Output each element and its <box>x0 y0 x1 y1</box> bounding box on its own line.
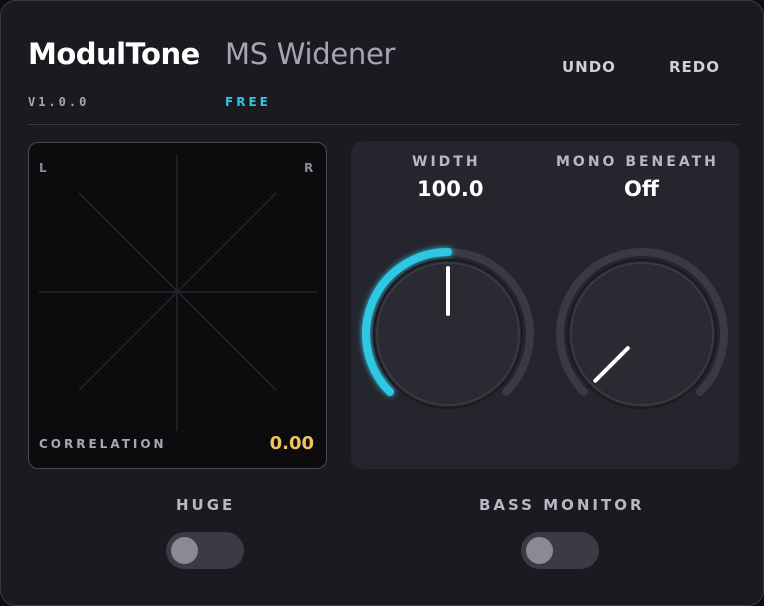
edition-badge: FREE <box>225 95 271 109</box>
brand-title: ModulTone <box>28 37 200 71</box>
scope-left-label: L <box>39 161 47 175</box>
knob-section: WIDTH 100.0 MONO BENEATH Off <box>351 141 739 469</box>
huge-toggle[interactable] <box>166 532 244 569</box>
scope-right-label: R <box>304 161 314 175</box>
undo-button[interactable]: UNDO <box>562 56 616 78</box>
bass-monitor-toggle[interactable] <box>521 532 599 569</box>
bass-monitor-label: BASS MONITOR <box>479 496 645 514</box>
huge-label: HUGE <box>176 496 236 514</box>
mono-beneath-knob-body <box>567 259 717 409</box>
header-divider <box>28 124 739 125</box>
mono-beneath-knob[interactable] <box>556 248 728 409</box>
bass-monitor-toggle-thumb <box>526 537 553 564</box>
vectorscope: L R CORRELATION 0.00 <box>28 142 327 469</box>
redo-button[interactable]: REDO <box>669 56 720 78</box>
knob-graphics <box>362 248 728 409</box>
correlation-value: 0.00 <box>269 433 314 454</box>
correlation-label: CORRELATION <box>39 437 167 451</box>
width-knob[interactable] <box>362 248 534 409</box>
version-label: V1.0.0 <box>28 95 90 109</box>
huge-toggle-thumb <box>171 537 198 564</box>
product-title: MS Widener <box>225 37 396 71</box>
vectorscope-grid <box>39 155 317 431</box>
plugin-panel: ModulTone MS Widener UNDO REDO V1.0.0 FR… <box>0 0 764 606</box>
